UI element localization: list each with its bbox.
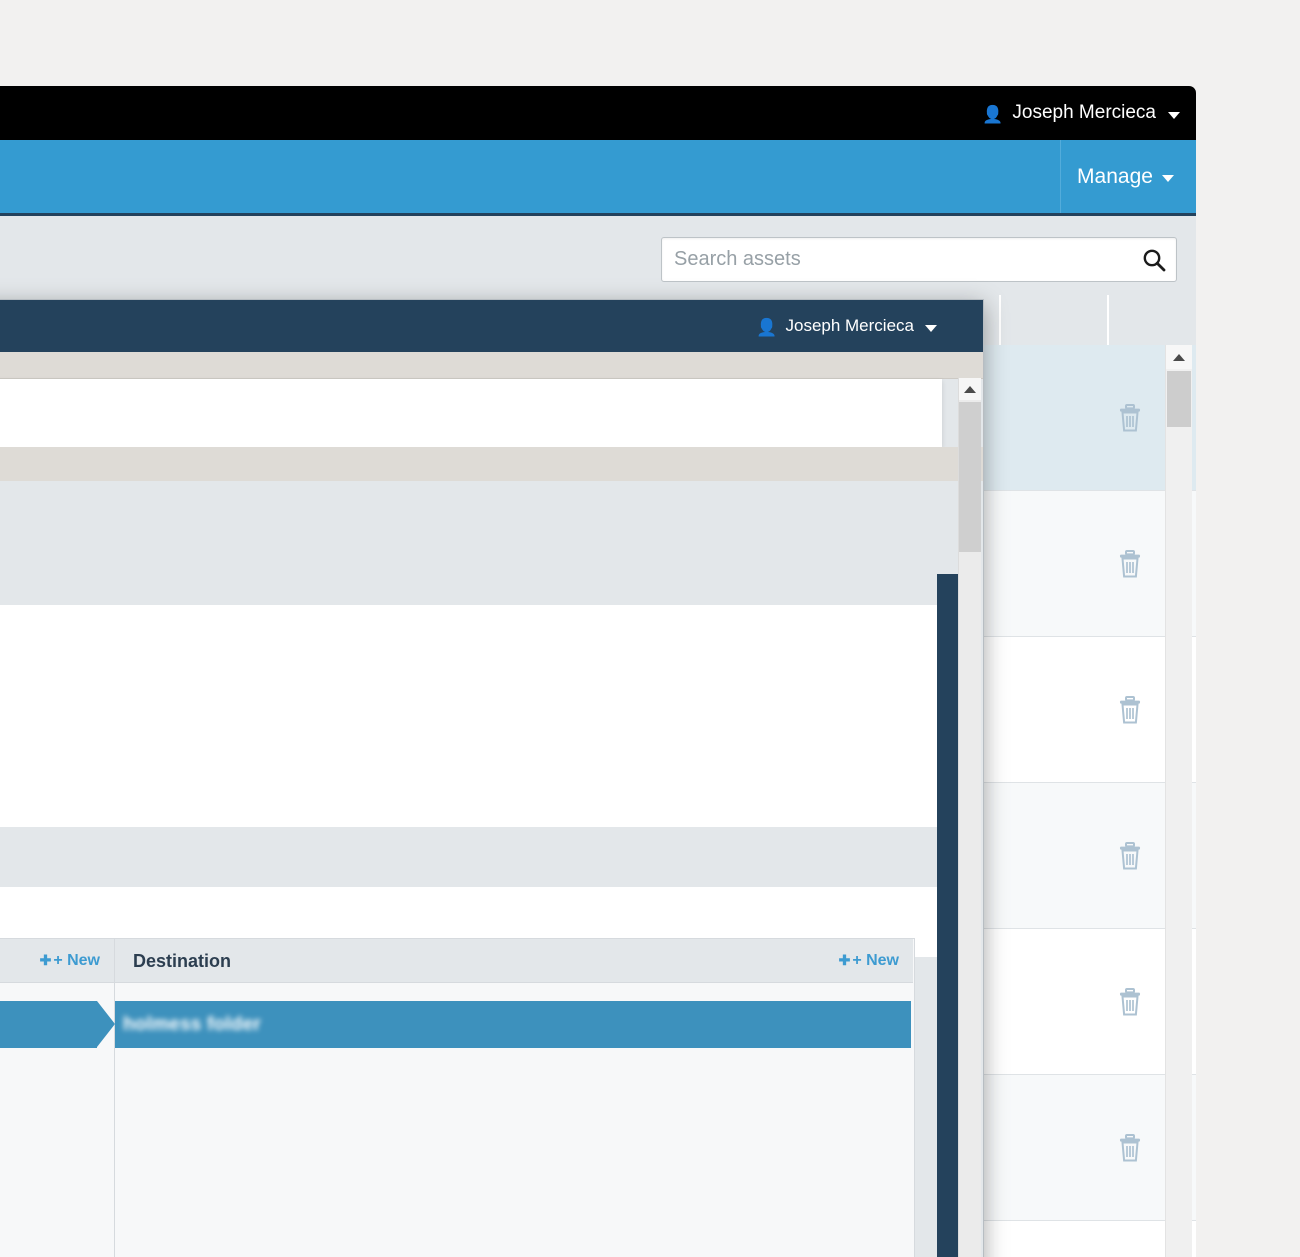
modal-section-white-upper	[0, 605, 942, 827]
trash-icon	[1120, 988, 1140, 1016]
destination-column-title: Destination	[133, 950, 232, 971]
delete-asset-button[interactable]	[1090, 929, 1170, 1075]
assets-header-cell-secondary	[1001, 295, 1109, 345]
delete-asset-button[interactable]	[1090, 1221, 1170, 1257]
folder-picker: ✚ + New Destination ✚ + New holmess fold…	[0, 938, 915, 1257]
user-icon: 👤	[982, 104, 1004, 124]
nav-manage-label: Manage	[1077, 164, 1153, 188]
screen-root: 👤 Joseph Mercieca Manage Search assets 👤…	[0, 0, 1300, 1257]
delete-asset-button[interactable]	[1090, 783, 1170, 929]
destination-column-header: Destination ✚ + New	[115, 939, 913, 983]
trash-icon	[1120, 696, 1140, 724]
scrollbar-up-button[interactable]	[1166, 345, 1192, 369]
source-column-list	[0, 983, 115, 1257]
destination-selected-label: holmess folder	[123, 1013, 261, 1035]
chevron-down-icon	[1168, 111, 1180, 119]
chevron-right-icon	[97, 1001, 115, 1047]
delete-asset-button[interactable]	[1090, 345, 1170, 491]
delete-asset-button[interactable]	[1090, 1075, 1170, 1221]
trash-icon	[1120, 404, 1140, 432]
trash-icon	[1120, 842, 1140, 870]
modal-right-border	[937, 574, 959, 1257]
assets-header-cell-actions	[1109, 295, 1196, 345]
chevron-up-icon	[964, 385, 976, 393]
source-new-label: + New	[53, 952, 100, 969]
modal-scrollbar-thumb[interactable]	[959, 402, 981, 552]
search-icon[interactable]	[1132, 247, 1176, 273]
asset-move-modal: 👤 Joseph Mercieca ✚ + New Destination ✚ …	[0, 299, 984, 1257]
user-icon: 👤	[756, 317, 778, 337]
browser-window: 👤 Joseph Mercieca Manage Search assets 👤…	[0, 86, 1196, 1257]
destination-new-label: + New	[852, 952, 899, 969]
folder-picker-header: ✚ + New Destination ✚ + New	[0, 939, 913, 983]
search-input[interactable]	[662, 248, 1132, 271]
account-bar: 👤 Joseph Mercieca	[0, 86, 1196, 140]
modal-header: 👤 Joseph Mercieca	[0, 300, 983, 352]
modal-section-band-lower	[0, 827, 942, 887]
chevron-down-icon	[925, 324, 937, 332]
modal-scrollbar[interactable]	[958, 378, 981, 1257]
search-box[interactable]	[661, 237, 1177, 282]
modal-panel-gap	[0, 447, 983, 481]
destination-new-button[interactable]: ✚ + New	[839, 952, 899, 970]
destination-column-list: holmess folder	[115, 983, 913, 1257]
source-new-button[interactable]: ✚ + New	[40, 952, 100, 970]
list-item[interactable]: holmess folder	[115, 1001, 911, 1048]
account-user-name: Joseph Mercieca	[1012, 102, 1156, 123]
delete-asset-button[interactable]	[1090, 491, 1170, 637]
source-selected-bar	[0, 1001, 97, 1048]
trash-icon	[1120, 550, 1140, 578]
modal-user-name: Joseph Mercieca	[785, 316, 914, 335]
plus-icon: ✚	[39, 952, 52, 968]
modal-section-band-upper	[0, 481, 942, 605]
nav-manage-menu[interactable]: Manage	[1060, 140, 1196, 213]
source-selected-item[interactable]	[0, 1001, 115, 1048]
chevron-down-icon	[1161, 175, 1174, 182]
trash-icon	[1120, 1134, 1140, 1162]
modal-scrollbar-up-button[interactable]	[959, 378, 981, 400]
account-user-menu[interactable]: 👤 Joseph Mercieca	[982, 86, 1180, 140]
plus-icon: ✚	[838, 952, 851, 968]
primary-nav-bar: Manage	[0, 140, 1196, 216]
modal-user-menu[interactable]: 👤 Joseph Mercieca	[756, 300, 937, 352]
search-toolbar	[0, 216, 1196, 296]
folder-picker-body: holmess folder	[0, 983, 913, 1257]
modal-top-panel	[0, 379, 942, 447]
scrollbar-thumb[interactable]	[1167, 371, 1191, 427]
page-scrollbar[interactable]	[1165, 345, 1192, 1257]
modal-subbar	[0, 352, 983, 379]
source-column-header: ✚ + New	[0, 939, 115, 983]
chevron-up-icon	[1173, 353, 1185, 361]
delete-asset-button[interactable]	[1090, 637, 1170, 783]
